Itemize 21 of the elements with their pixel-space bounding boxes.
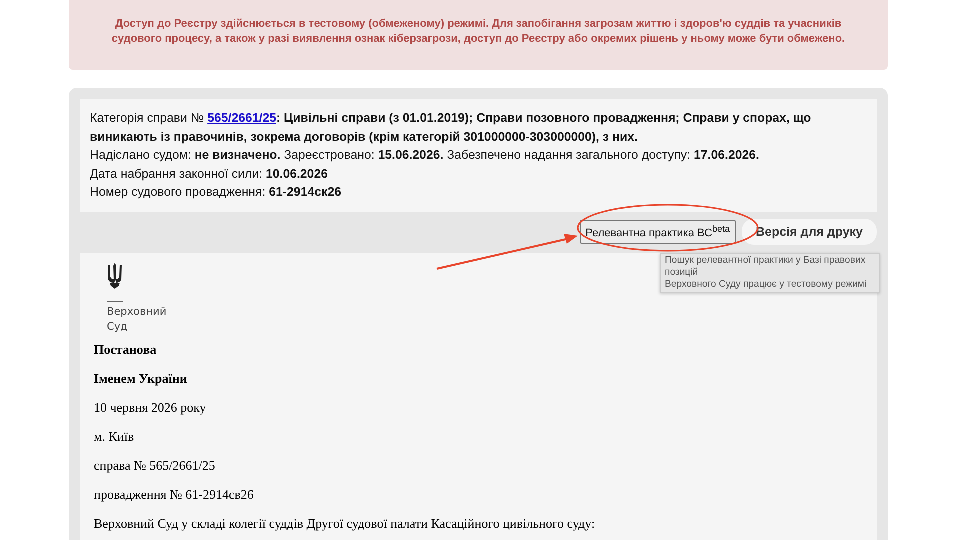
tooltip-text: Пошук релевантної практики у Базі правових позицій	[665, 255, 867, 279]
court-logo-text: Суд	[107, 320, 128, 334]
notice-text: Доступ до Реєстру здійснюється в тестовому (обмеженому) режимі. Для запобігання загрозам життю і здоров'ю суддів та учасників судового процесу, а також у разі виявлення ознак кіберзагрози, доступ до Реєстру або окремих рішень у ньому може бути обмежено.	[110, 17, 846, 47]
document-paragraph: 10 червня 2026 року	[94, 398, 208, 416]
relevant-practice-button[interactable]: Релевантна практика ВС$^{beta}$	[580, 220, 736, 244]
court-logo-text: Верховний	[107, 304, 167, 320]
document-heading: Постанова	[94, 340, 158, 358]
case-info-line: Надіслано судом: не визначено. Зареєстровано: 15.06.2026. Забезпечено надання загального доступу: 17.06.2026.	[90, 147, 760, 164]
case-info-line: Номер судового провадження: 61-2914ск26	[90, 184, 342, 201]
document-paragraph: м. Київ	[94, 428, 136, 444]
document-paragraph: справа № 565/2661/25	[94, 456, 216, 474]
trident-icon	[107, 262, 123, 288]
document-heading: Іменем України	[94, 370, 188, 386]
print-version-button[interactable]: Версія для друку	[742, 219, 877, 245]
document-paragraph: Верховний Суд у складі колегії суддів Другої судової палати Касаційного цивільного суду:	[94, 514, 596, 532]
case-number-link[interactable]: 565/2661/25	[208, 111, 276, 125]
document-paragraph: провадження № 61-2914св26	[94, 486, 255, 502]
logo-rule	[107, 300, 123, 302]
tooltip-text: Верховного Суду працює у тестовому режимі	[665, 279, 868, 291]
case-category: Категорія справи № 565/2661/25: Цивільні справи (з 01.01.2019); Справи позовного провадження; Справи у спорах, що виникають із правочинів, зокрема договорів (крім категорій 301000000-303000000), з них.	[90, 110, 812, 146]
case-info-line: Дата набрання законної сили: 10.06.2026	[90, 166, 329, 183]
